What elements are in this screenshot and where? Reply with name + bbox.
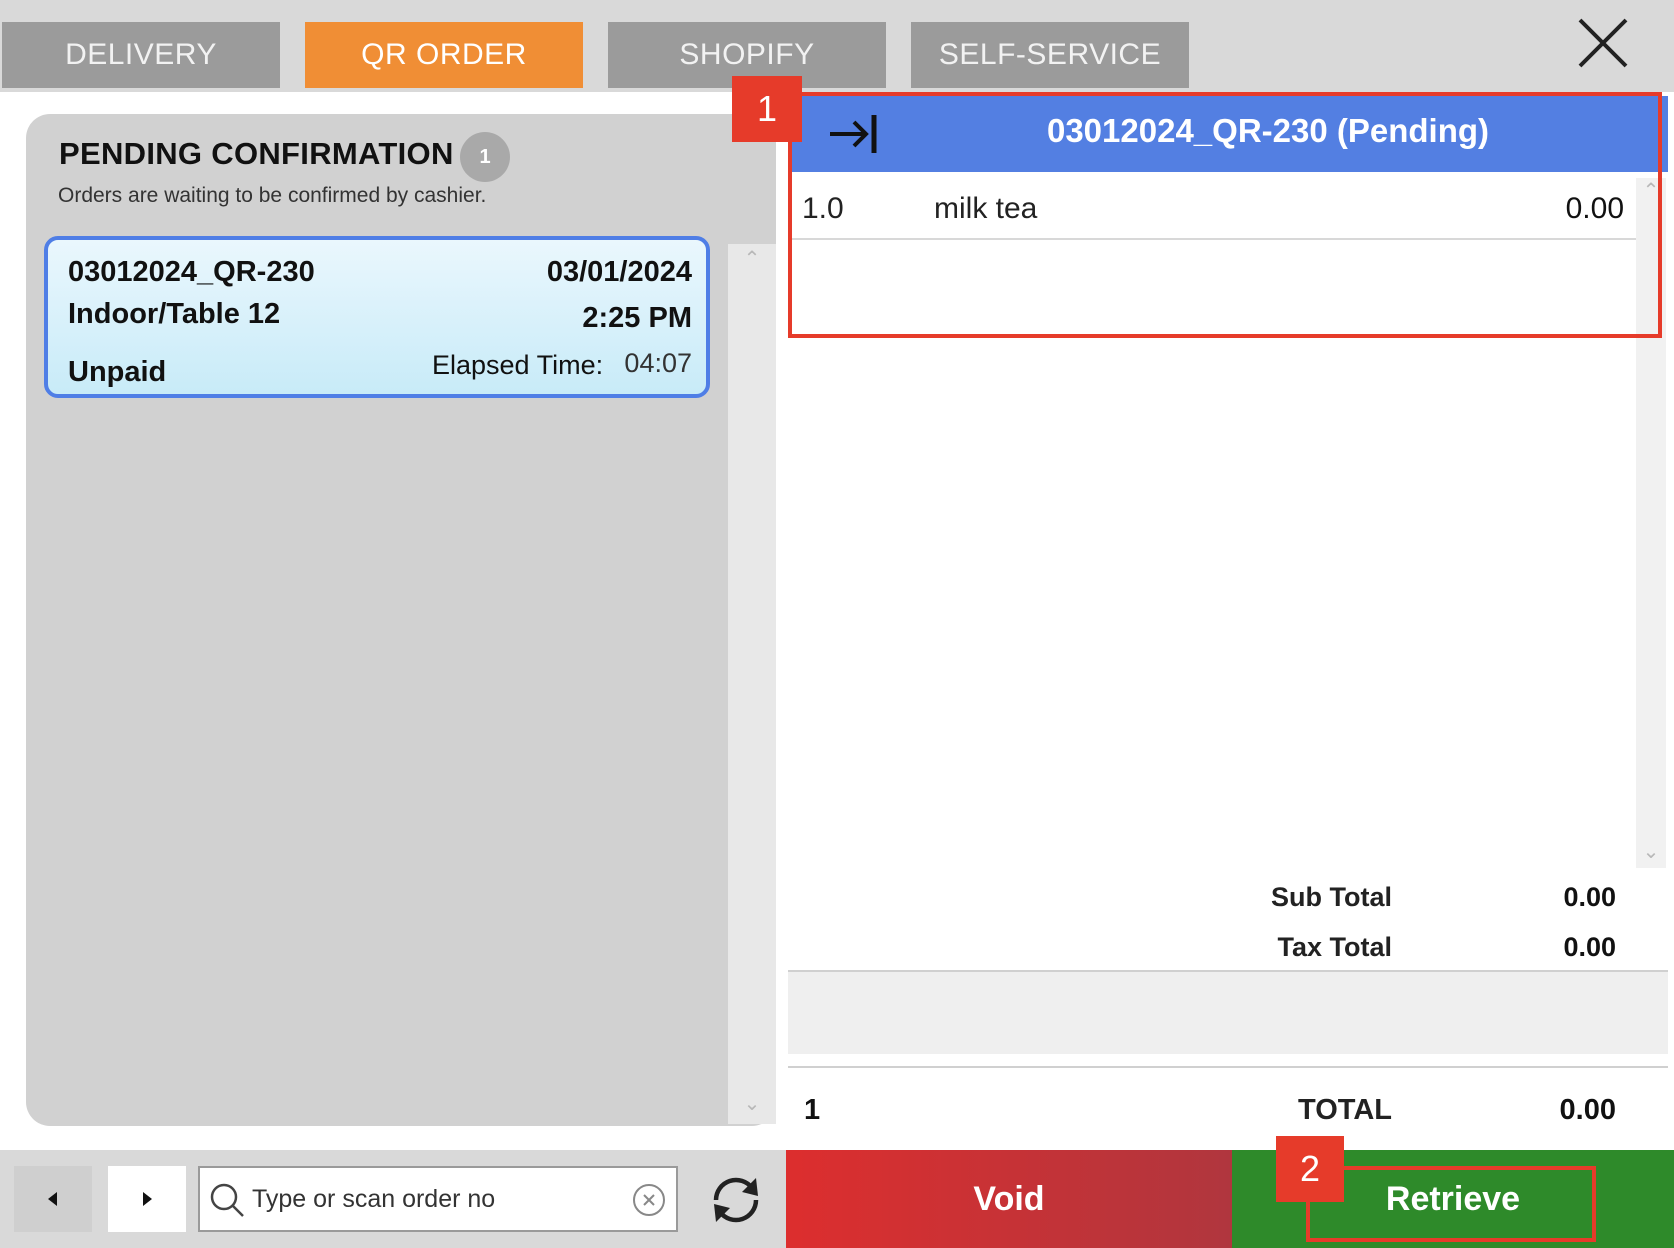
- scroll-up-icon[interactable]: ⌃: [728, 246, 776, 271]
- clear-icon[interactable]: [632, 1183, 666, 1217]
- total-divider: [788, 1066, 1668, 1068]
- order-search-box[interactable]: [198, 1166, 678, 1232]
- tab-self-service[interactable]: SELF-SERVICE: [911, 22, 1189, 88]
- item-count: 1: [804, 1094, 821, 1126]
- total-label: TOTAL: [1298, 1094, 1392, 1126]
- tab-delivery[interactable]: DELIVERY: [2, 22, 280, 88]
- order-card-number: 03012024_QR-230: [68, 256, 315, 288]
- scroll-down-icon[interactable]: ⌄: [1636, 839, 1666, 864]
- elapsed-time-label: Elapsed Time:: [432, 350, 604, 380]
- caret-left-icon: [48, 1192, 57, 1206]
- order-card-time: 2:25 PM: [582, 302, 692, 334]
- order-card-date: 03/01/2024: [546, 256, 692, 288]
- close-icon[interactable]: [1576, 16, 1630, 70]
- order-card-payment-status: Unpaid: [68, 356, 167, 388]
- top-tab-bar: DELIVERY QR ORDER SHOPIFY SELF-SERVICE: [0, 0, 1674, 92]
- sub-total-value: 0.00: [1563, 882, 1616, 912]
- order-search-input[interactable]: [252, 1168, 612, 1230]
- previous-page-button[interactable]: [14, 1166, 92, 1232]
- summary-spacer: [788, 972, 1668, 1054]
- tab-qr-order[interactable]: QR ORDER: [305, 22, 583, 88]
- order-card[interactable]: 03012024_QR-230 03/01/2024 Indoor/Table …: [44, 236, 710, 398]
- annotation-box-2: [1306, 1166, 1596, 1242]
- elapsed-time-value: 04:07: [624, 348, 692, 378]
- annotation-tag-1: 1: [732, 76, 802, 142]
- next-page-button[interactable]: [108, 1166, 186, 1232]
- order-card-table: Indoor/Table 12: [68, 298, 281, 330]
- sub-total-label: Sub Total: [1271, 882, 1392, 912]
- caret-right-icon: [143, 1192, 152, 1206]
- total-value: 0.00: [1559, 1094, 1616, 1126]
- void-button[interactable]: Void: [786, 1150, 1232, 1248]
- tax-total-label: Tax Total: [1277, 932, 1392, 962]
- search-icon: [210, 1183, 244, 1217]
- annotation-box-1: [788, 92, 1662, 338]
- pending-confirmation-title: PENDING CONFIRMATION: [59, 136, 454, 171]
- scroll-down-icon[interactable]: ⌄: [728, 1091, 776, 1116]
- order-list-scrollbar[interactable]: ⌃ ⌄: [728, 244, 776, 1124]
- annotation-tag-2: 2: [1276, 1136, 1344, 1202]
- refresh-icon[interactable]: [706, 1170, 766, 1235]
- pending-subtitle: Orders are waiting to be confirmed by ca…: [58, 184, 487, 207]
- pending-count-badge: 1: [460, 132, 510, 182]
- tax-total-value: 0.00: [1563, 932, 1616, 962]
